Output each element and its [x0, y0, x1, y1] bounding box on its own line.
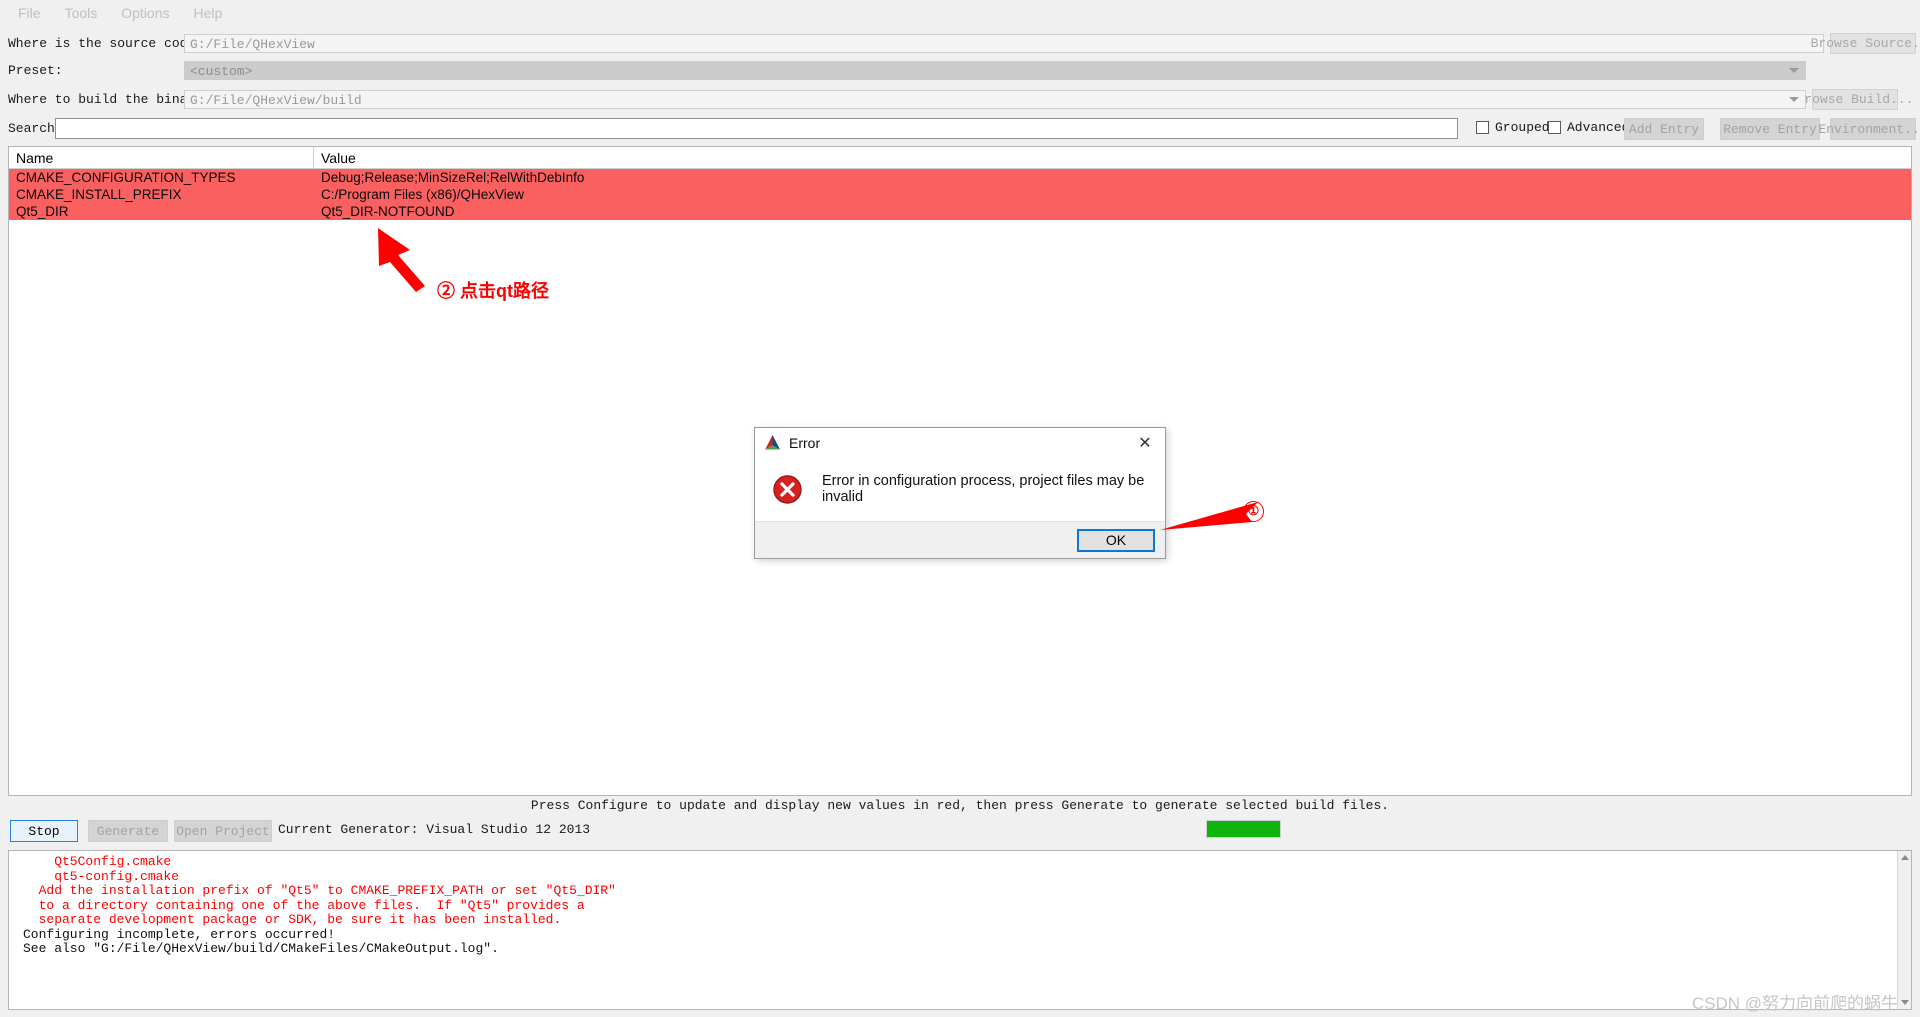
generate-button[interactable]: Generate	[88, 820, 168, 842]
close-icon[interactable]: ✕	[1125, 428, 1165, 457]
cell-value[interactable]: Qt5_DIR-NOTFOUND	[314, 203, 1911, 220]
cmake-gui-window: File Tools Options Help Where is the sou…	[0, 0, 1920, 1017]
cell-value[interactable]: Debug;Release;MinSizeRel;RelWithDebInfo	[314, 169, 1911, 186]
menu-item-file[interactable]: File	[6, 3, 53, 23]
cmake-logo-icon	[765, 435, 780, 450]
cell-name: CMAKE_INSTALL_PREFIX	[16, 187, 182, 202]
dialog-title-text: Error	[789, 434, 821, 451]
add-entry-button[interactable]: Add Entry	[1624, 118, 1704, 140]
preset-label: Preset:	[8, 63, 63, 78]
status-hint-text: Press Configure to update and display ne…	[530, 798, 1390, 813]
chevron-down-icon	[1789, 67, 1799, 73]
log-line: separate development package or SDK, be …	[23, 912, 562, 927]
action-button-row: Stop Generate Open Project Current Gener…	[0, 820, 1920, 845]
path-form: Where is the source code: G:/File/QHexVi…	[0, 25, 1920, 115]
search-input[interactable]	[55, 118, 1458, 139]
dialog-footer: OK	[755, 521, 1165, 558]
annotation-step-two-text: ② 点击qt路径	[437, 281, 549, 301]
cache-toolbar: Search: Grouped Advanced Add Entry Remov…	[0, 118, 1920, 142]
scroll-up-icon[interactable]	[1901, 855, 1909, 860]
current-generator-label: Current Generator: Visual Studio 12 2013	[278, 822, 591, 837]
preset-row: Preset: <custom>	[0, 61, 1920, 80]
build-path-input[interactable]: G:/File/QHexView/build	[184, 90, 1806, 109]
column-header-name[interactable]: Name	[9, 147, 314, 168]
progress-bar	[1206, 820, 1281, 838]
dialog-title-bar: Error ✕	[755, 428, 1165, 457]
browse-build-button[interactable]: Browse Build...	[1796, 89, 1914, 110]
menu-item-help[interactable]: Help	[182, 3, 235, 23]
table-row[interactable]: CMAKE_CONFIGURATION_TYPES Debug;Release;…	[9, 169, 1911, 186]
csdn-watermark: CSDN @努力向前爬的蜗牛	[1691, 994, 1898, 1013]
dialog-body: Error in configuration process, project …	[755, 457, 1165, 521]
table-row[interactable]: Qt5_DIR Qt5_DIR-NOTFOUND	[9, 203, 1911, 220]
build-history-chevron-icon[interactable]	[1789, 96, 1799, 102]
progress-bar-fill	[1207, 821, 1280, 837]
menu-item-options[interactable]: Options	[109, 3, 181, 23]
environment-button[interactable]: Environment...	[1818, 118, 1920, 140]
error-dialog: Error ✕ Error in configuration process, …	[754, 427, 1166, 559]
menu-bar: File Tools Options Help	[0, 0, 1920, 25]
log-line: Add the installation prefix of "Qt5" to …	[23, 883, 616, 898]
cell-name: CMAKE_CONFIGURATION_TYPES	[16, 170, 236, 185]
browse-source-button[interactable]: Browse Source...	[1811, 33, 1920, 54]
log-line: Qt5Config.cmake	[23, 854, 172, 869]
annotation-step-one-text: ①	[1243, 501, 1264, 522]
error-circle-icon	[773, 474, 802, 504]
advanced-checkbox-label: Advanced	[1567, 120, 1630, 135]
source-path-input[interactable]: G:/File/QHexView	[184, 34, 1824, 53]
log-lines-container: Qt5Config.cmake qt5-config.cmake Add the…	[9, 851, 1911, 957]
build-path-value: G:/File/QHexView/build	[190, 93, 362, 108]
menu-item-tools[interactable]: Tools	[53, 3, 110, 23]
build-label: Where to build the binaries:	[8, 92, 227, 107]
source-label: Where is the source code:	[8, 36, 204, 51]
table-row[interactable]: CMAKE_INSTALL_PREFIX C:/Program Files (x…	[9, 186, 1911, 203]
stop-button[interactable]: Stop	[10, 820, 78, 842]
ok-button[interactable]: OK	[1077, 528, 1155, 552]
advanced-checkbox-box[interactable]	[1548, 121, 1561, 134]
scroll-down-icon[interactable]	[1901, 1000, 1909, 1005]
source-row: Where is the source code: G:/File/QHexVi…	[0, 33, 1920, 54]
cell-value[interactable]: C:/Program Files (x86)/QHexView	[314, 186, 1911, 203]
preset-value: <custom>	[190, 64, 253, 79]
log-line: See also "G:/File/QHexView/build/CMakeFi…	[23, 941, 499, 956]
build-row: Where to build the binaries: G:/File/QHe…	[0, 89, 1920, 110]
log-line: to a directory containing one of the abo…	[23, 897, 585, 913]
column-header-value[interactable]: Value	[314, 147, 1911, 168]
log-line: Configuring incomplete, errors occurred!	[23, 926, 336, 942]
remove-entry-button[interactable]: Remove Entry	[1720, 118, 1820, 140]
log-scrollbar[interactable]	[1897, 851, 1911, 1009]
log-line: qt5-config.cmake	[23, 868, 180, 884]
table-header-row: Name Value	[9, 147, 1911, 169]
dialog-message-text: Error in configuration process, project …	[821, 473, 1145, 505]
log-output-panel[interactable]: Qt5Config.cmake qt5-config.cmake Add the…	[8, 850, 1912, 1010]
open-project-button[interactable]: Open Project	[174, 820, 272, 842]
search-label: Search:	[8, 121, 63, 136]
preset-combobox[interactable]: <custom>	[184, 61, 1806, 80]
advanced-checkbox[interactable]: Advanced	[1548, 120, 1629, 135]
cell-name: Qt5_DIR	[16, 204, 69, 219]
grouped-checkbox-box[interactable]	[1476, 121, 1489, 134]
grouped-checkbox-label: Grouped	[1495, 120, 1550, 135]
grouped-checkbox[interactable]: Grouped	[1476, 120, 1550, 135]
